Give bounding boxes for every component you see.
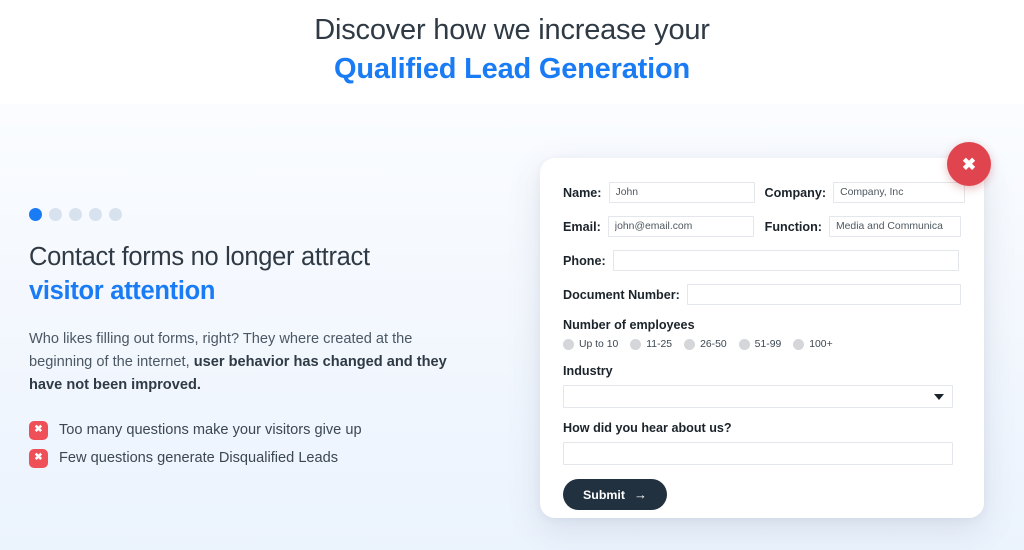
industry-select-wrapper[interactable] [563, 385, 953, 408]
x-icon: ✖ [29, 420, 48, 440]
list-item: ✖ Few questions generate Disqualified Le… [29, 448, 481, 468]
field-group-function: Function: [765, 216, 961, 237]
document-number-label: Document Number: [563, 287, 680, 302]
form-row-phone: Phone: [563, 250, 961, 271]
bullet-list: ✖ Too many questions make your visitors … [29, 420, 481, 468]
radio-circle-icon [630, 339, 642, 350]
radio-option-26-50[interactable]: 26-50 [684, 339, 727, 350]
radio-option-100-plus[interactable]: 100+ [793, 339, 833, 350]
radio-circle-icon [793, 339, 805, 350]
name-input[interactable] [608, 182, 755, 203]
document-number-input[interactable] [686, 284, 961, 305]
company-label: Company: [764, 185, 827, 200]
pagination-dot-2[interactable] [49, 208, 62, 221]
arrow-right-icon: → [634, 487, 647, 502]
carousel-pagination[interactable] [29, 208, 481, 221]
function-label: Function: [764, 219, 822, 234]
contact-form-card: Name: Company: Email: Function: Phone: D… [540, 158, 984, 518]
function-input[interactable] [829, 216, 961, 237]
form-row-name-company: Name: Company: [563, 182, 966, 203]
radio-circle-icon [684, 339, 696, 350]
phone-label: Phone: [563, 253, 606, 268]
close-button[interactable]: ✖ [947, 142, 991, 186]
industry-label: Industry [563, 364, 613, 378]
radio-label: 11-25 [646, 339, 673, 350]
field-group-name: Name: [563, 182, 755, 203]
phone-input[interactable] [612, 250, 959, 271]
radio-circle-icon [563, 339, 574, 350]
employees-section-label: Number of employees [563, 318, 695, 332]
pagination-dot-4[interactable] [89, 208, 102, 221]
lead-heading: Contact forms no longer attract visitor … [29, 241, 481, 309]
field-group-email: Email: [563, 216, 755, 237]
industry-select[interactable] [563, 385, 953, 408]
employees-radio-group: Up to 10 11-25 26-50 51-99 100+ [563, 339, 961, 350]
bullet-label: Too many questions make your visitors gi… [59, 422, 362, 439]
submit-label: Submit [583, 487, 625, 502]
page-header: Discover how we increase your Qualified … [0, 0, 1024, 104]
radio-label: 51-99 [754, 339, 782, 350]
lead-heading-line1: Contact forms no longer attract [29, 243, 370, 271]
list-item: ✖ Too many questions make your visitors … [29, 420, 481, 440]
hear-about-us-label: How did you hear about us? [563, 421, 732, 435]
lead-body-text: Who likes filling out forms, right? They… [29, 328, 447, 397]
close-icon: ✖ [961, 154, 977, 174]
header-title-line2: Qualified Lead Generation [334, 52, 690, 85]
lead-heading-line2: visitor attention [29, 276, 216, 305]
left-content-column: Contact forms no longer attract visitor … [29, 208, 481, 477]
radio-option-up-to-10[interactable]: Up to 10 [563, 339, 618, 350]
radio-label: Up to 10 [579, 339, 619, 350]
bullet-label: Few questions generate Disqualified Lead… [59, 450, 339, 467]
submit-button[interactable]: Submit → [563, 479, 667, 510]
pagination-dot-5[interactable] [109, 208, 122, 221]
email-input[interactable] [607, 216, 754, 237]
chevron-down-icon [934, 394, 944, 400]
radio-label: 26-50 [700, 339, 727, 350]
radio-label: 100+ [809, 339, 833, 350]
email-label: Email: [563, 219, 601, 234]
form-row-document-number: Document Number: [563, 284, 961, 305]
hear-about-us-input[interactable] [563, 442, 953, 465]
x-icon: ✖ [29, 448, 48, 468]
radio-circle-icon [738, 339, 750, 350]
form-row-email-function: Email: Function: [563, 216, 961, 237]
radio-option-51-99[interactable]: 51-99 [738, 339, 782, 350]
pagination-dot-1[interactable] [29, 208, 42, 221]
radio-option-11-25[interactable]: 11-25 [630, 339, 672, 350]
header-title-line1: Discover how we increase your [314, 14, 710, 46]
name-label: Name: [563, 185, 602, 200]
field-group-company: Company: [765, 182, 966, 203]
company-input[interactable] [833, 182, 966, 203]
pagination-dot-3[interactable] [69, 208, 82, 221]
